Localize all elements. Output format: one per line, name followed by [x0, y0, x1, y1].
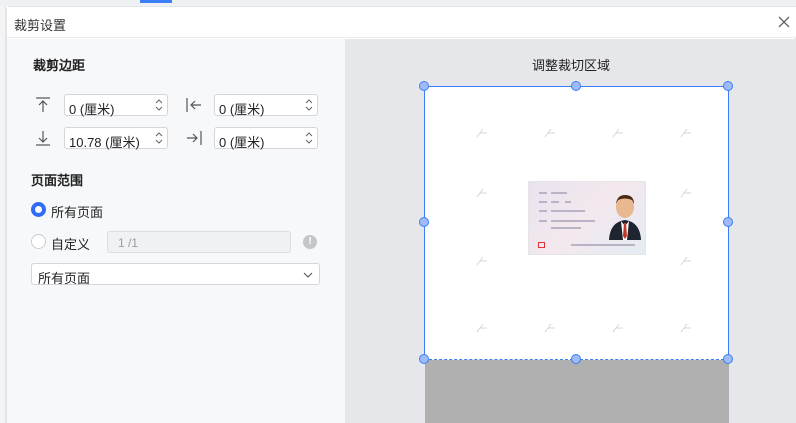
custom-range-value: 1 /1: [118, 236, 139, 250]
active-tab-indicator: [140, 0, 172, 3]
page-subset-select[interactable]: 所有页面: [31, 263, 320, 286]
settings-panel: 裁剪边距 0 (厘米) 0 (厘米) 10.78 (厘米) 0 (厘米) 页面范…: [7, 39, 345, 423]
crop-handle-right[interactable]: [723, 217, 733, 227]
chevron-down-icon: [303, 272, 313, 278]
bottom-margin-stepper[interactable]: 10.78 (厘米): [64, 127, 168, 150]
custom-range-label[interactable]: 自定义: [51, 234, 90, 253]
stepper-arrows-icon[interactable]: [304, 129, 314, 147]
top-margin-stepper[interactable]: 0 (厘米): [64, 94, 168, 117]
bottom-margin-value: 10.78 (厘米): [69, 135, 140, 150]
crop-handle-top-right[interactable]: [723, 81, 733, 91]
crop-preview-panel: 调整裁切区域: [345, 39, 796, 423]
dialog-titlebar: 裁剪设置: [7, 7, 796, 38]
close-icon[interactable]: [775, 13, 793, 31]
align-right-icon: [187, 131, 202, 145]
align-top-icon: [36, 97, 50, 112]
left-margin-value: 0 (厘米): [219, 102, 265, 117]
crop-area-title: 调整裁切区域: [531, 58, 610, 73]
align-bottom-icon: [36, 131, 50, 146]
top-margin-value: 0 (厘米): [69, 102, 115, 117]
stepper-arrows-icon[interactable]: [154, 96, 164, 114]
custom-range-input[interactable]: 1 /1: [107, 231, 291, 253]
stepper-arrows-icon[interactable]: [304, 96, 314, 114]
all-pages-label[interactable]: 所有页面: [51, 202, 103, 221]
crop-settings-dialog: 裁剪设置 裁剪边距 0 (厘米) 0 (厘米) 10.78 (厘米) 0 (厘米…: [6, 6, 796, 423]
crop-handle-left[interactable]: [419, 217, 429, 227]
custom-range-radio[interactable]: [31, 234, 46, 249]
crop-frame[interactable]: [424, 86, 729, 360]
crop-handle-bottom[interactable]: [571, 354, 581, 364]
crop-handle-top-left[interactable]: [419, 81, 429, 91]
margins-section-title: 裁剪边距: [33, 58, 86, 73]
all-pages-radio[interactable]: [31, 202, 46, 217]
crop-handle-top[interactable]: [571, 81, 581, 91]
left-margin-stepper[interactable]: 0 (厘米): [214, 94, 318, 117]
right-margin-value: 0 (厘米): [219, 135, 265, 150]
info-icon[interactable]: !: [303, 235, 317, 249]
align-left-icon: [186, 98, 201, 112]
cropped-out-area: [425, 360, 729, 423]
right-margin-stepper[interactable]: 0 (厘米): [214, 127, 318, 150]
stepper-arrows-icon[interactable]: [154, 129, 164, 147]
page-range-section-title: 页面范围: [31, 173, 84, 188]
crop-handle-bottom-left[interactable]: [419, 354, 429, 364]
crop-handle-bottom-right[interactable]: [723, 354, 733, 364]
page-subset-value: 所有页面: [38, 271, 91, 286]
dialog-title: 裁剪设置: [14, 18, 67, 33]
